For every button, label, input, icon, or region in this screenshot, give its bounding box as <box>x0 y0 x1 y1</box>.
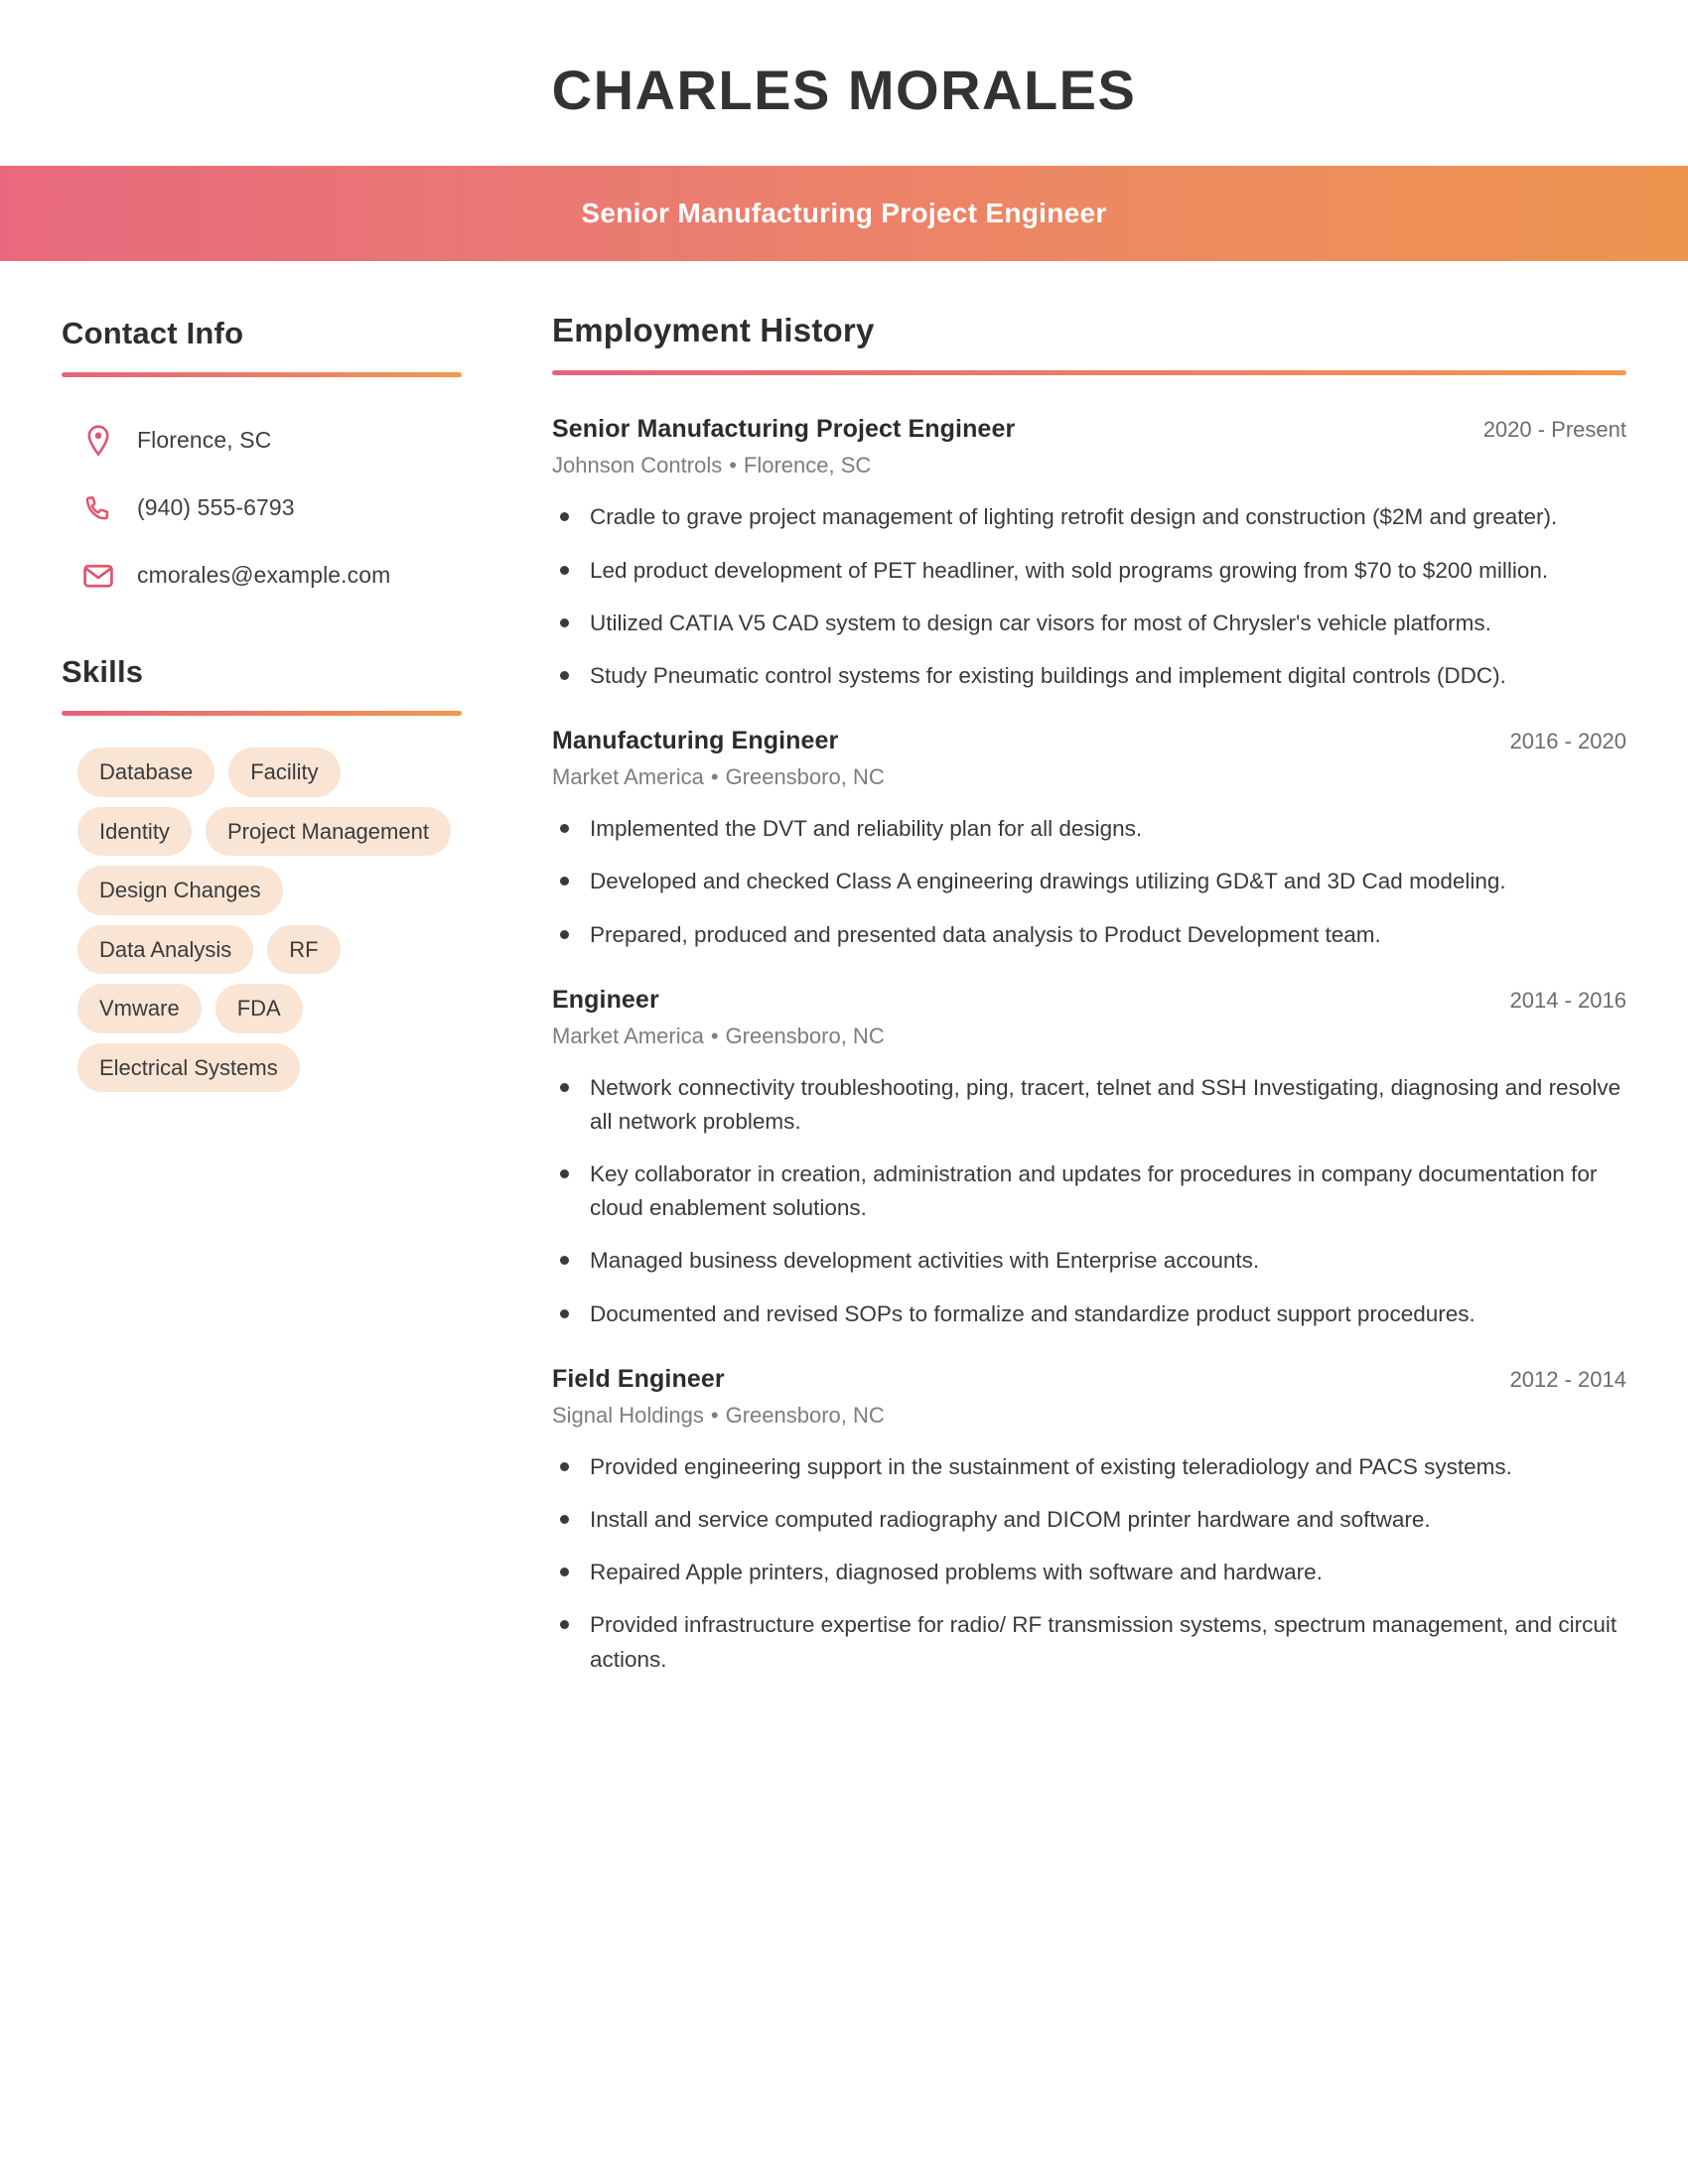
resume-header: CHARLES MORALES <box>0 0 1688 166</box>
employment-meta-separator: • <box>710 764 719 790</box>
employment-dates: 2014 - 2016 <box>1509 987 1626 1013</box>
employment-meta-separator: • <box>710 1402 719 1428</box>
contact-heading-rule <box>62 371 462 377</box>
skill-pill: Vmware <box>77 984 202 1033</box>
employment-bullet: Led product development of PET headliner… <box>552 554 1626 588</box>
skills-section: Skills Database Facility Identity Project M… <box>62 653 471 1093</box>
employment-entry-header: Engineer 2014 - 2016 <box>552 986 1626 1015</box>
employment-bullet: Documented and revised SOPs to formalize… <box>552 1297 1626 1331</box>
skill-pill: Data Analysis <box>77 924 254 975</box>
employment-entry-header: Field Engineer 2012 - 2014 <box>552 1365 1626 1394</box>
employment-job-title: Senior Manufacturing Project Engineer <box>552 415 1016 444</box>
candidate-title: Senior Manufacturing Project Engineer <box>581 197 1107 228</box>
employment-entry-header: Manufacturing Engineer 2016 - 2020 <box>552 727 1626 755</box>
employment-company: Market America <box>552 764 704 790</box>
employment-entry-header: Senior Manufacturing Project Engineer 202… <box>552 415 1626 444</box>
contact-list: Florence, SC (940) 555-6793 cmorales@exa… <box>62 407 471 610</box>
contact-phone-value: (940) 555-6793 <box>137 494 295 521</box>
contact-info-section: Contact Info Florence, SC (940) 555-6793… <box>62 315 471 610</box>
contact-item-phone: (940) 555-6793 <box>62 475 471 542</box>
employment-company: Signal Holdings <box>552 1402 704 1428</box>
employment-list: Senior Manufacturing Project Engineer 202… <box>552 415 1626 1676</box>
employment-bullet: Developed and checked Class A engineerin… <box>552 865 1626 898</box>
employment-location: Greensboro, NC <box>725 764 885 790</box>
employment-entry: Manufacturing Engineer 2016 - 2020 Market … <box>552 727 1626 952</box>
employment-history-heading: Employment History <box>552 311 875 348</box>
skills-heading-rule <box>62 711 462 717</box>
resume-page: CHARLES MORALES Senior Manufacturing Pro… <box>0 0 1688 2184</box>
employment-bullet-list: Network connectivity troubleshooting, pi… <box>552 1071 1626 1331</box>
skill-pill: Project Management <box>205 806 451 857</box>
employment-location: Greensboro, NC <box>725 1402 885 1428</box>
envelope-icon <box>75 562 121 590</box>
skills-list: Database Facility Identity Project Manageme… <box>62 748 459 1093</box>
employment-bullet: Cradle to grave project management of li… <box>552 500 1626 534</box>
employment-entry: Senior Manufacturing Project Engineer 202… <box>552 415 1626 693</box>
candidate-name: CHARLES MORALES <box>551 59 1137 121</box>
employment-bullet: Provided engineering support in the sust… <box>552 1450 1626 1484</box>
contact-info-heading: Contact Info <box>62 315 244 350</box>
employment-bullet: Key collaborator in creation, administra… <box>552 1158 1626 1225</box>
employment-bullet-list: Cradle to grave project management of li… <box>552 500 1626 693</box>
contact-item-email: cmorales@example.com <box>62 542 471 610</box>
employment-job-title: Manufacturing Engineer <box>552 727 839 755</box>
employment-meta-separator: • <box>729 453 737 478</box>
phone-icon <box>75 493 121 523</box>
employment-location: Florence, SC <box>743 453 872 478</box>
main-column: Employment History Senior Manufacturing … <box>471 261 1626 1710</box>
sidebar: Contact Info Florence, SC (940) 555-6793… <box>62 261 471 1093</box>
skill-pill: Identity <box>77 806 192 857</box>
job-title-banner: Senior Manufacturing Project Engineer <box>0 165 1688 261</box>
employment-dates: 2012 - 2014 <box>1509 1366 1626 1392</box>
employment-dates: 2016 - 2020 <box>1509 729 1626 754</box>
employment-bullet: Network connectivity troubleshooting, pi… <box>552 1071 1626 1139</box>
skill-pill: FDA <box>214 984 303 1033</box>
employment-bullet: Install and service computed radiography… <box>552 1503 1626 1537</box>
employment-bullet-list: Implemented the DVT and reliability plan… <box>552 812 1626 952</box>
resume-body: Contact Info Florence, SC (940) 555-6793… <box>0 261 1688 1710</box>
employment-heading-rule <box>552 370 1626 376</box>
employment-bullet: Implemented the DVT and reliability plan… <box>552 812 1626 846</box>
employment-bullet: Study Pneumatic control systems for exis… <box>552 659 1626 693</box>
skills-heading: Skills <box>62 653 144 689</box>
employment-entry: Engineer 2014 - 2016 Market America • Greens… <box>552 986 1626 1331</box>
location-pin-icon <box>75 424 121 458</box>
employment-bullet-list: Provided engineering support in the sust… <box>552 1450 1626 1677</box>
contact-location-value: Florence, SC <box>137 427 272 454</box>
employment-company-location: Market America • Greensboro, NC <box>552 764 1626 790</box>
employment-bullet: Repaired Apple printers, diagnosed probl… <box>552 1556 1626 1589</box>
employment-company-location: Johnson Controls • Florence, SC <box>552 453 1626 478</box>
contact-email-value: cmorales@example.com <box>137 562 391 589</box>
skill-pill: RF <box>267 924 341 975</box>
employment-company-location: Signal Holdings • Greensboro, NC <box>552 1403 1626 1429</box>
skill-pill: Electrical Systems <box>77 1042 300 1093</box>
contact-item-location: Florence, SC <box>62 407 471 475</box>
employment-entry: Field Engineer 2012 - 2014 Signal Holdings… <box>552 1365 1626 1677</box>
employment-company: Market America <box>552 1023 704 1048</box>
employment-company: Johnson Controls <box>552 453 723 478</box>
employment-company-location: Market America • Greensboro, NC <box>552 1024 1626 1049</box>
employment-bullet: Prepared, produced and presented data an… <box>552 918 1626 952</box>
employment-job-title: Field Engineer <box>552 1364 725 1393</box>
skill-pill: Database <box>77 748 215 797</box>
skill-pill: Design Changes <box>77 866 283 915</box>
employment-bullet: Utilized CATIA V5 CAD system to design c… <box>552 607 1626 640</box>
employment-bullet: Provided infrastructure expertise for ra… <box>552 1608 1626 1676</box>
skill-pill: Facility <box>228 748 341 797</box>
employment-bullet: Managed business development activities … <box>552 1244 1626 1278</box>
employment-location: Greensboro, NC <box>725 1023 885 1048</box>
employment-dates: 2020 - Present <box>1482 417 1626 443</box>
employment-job-title: Engineer <box>552 985 659 1014</box>
employment-meta-separator: • <box>710 1023 719 1048</box>
